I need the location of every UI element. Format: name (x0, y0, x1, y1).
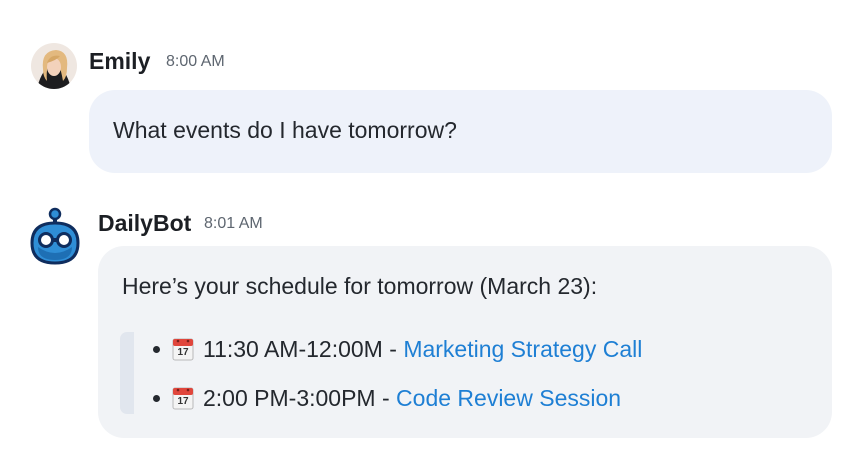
calendar-icon: 17 (172, 337, 194, 361)
user-name[interactable]: Emily (89, 48, 150, 75)
bullet (153, 394, 160, 402)
event-item: 17 2:00 PM-3:00PM - Code Review Session (153, 383, 621, 413)
quote-bar (120, 332, 134, 414)
event-time: 2:00 PM-3:00PM (203, 384, 376, 411)
bullet (153, 345, 160, 353)
schedule-intro-text: Here’s your schedule for tomorrow (March… (122, 273, 598, 299)
event-time: 11:30 AM-12:00M (203, 335, 383, 362)
user-message-bubble: What events do I have tomorrow? (89, 90, 832, 173)
event-link-code-review-session[interactable]: Code Review Session (396, 385, 621, 412)
bot-name[interactable]: DailyBot (98, 210, 191, 237)
event-separator: - (375, 384, 397, 411)
bot-message-bubble: Here’s your schedule for tomorrow (March… (98, 246, 832, 438)
bot-avatar[interactable] (28, 207, 82, 267)
calendar-day: 17 (177, 347, 189, 358)
user-message-text: What events do I have tomorrow? (113, 117, 457, 143)
event-separator: - (382, 335, 404, 362)
event-item: 17 11:30 AM-12:00M - Marketing Strategy … (153, 334, 642, 364)
bot-message-time: 8:01 AM (204, 215, 263, 232)
calendar-icon: 17 (172, 386, 194, 410)
calendar-day: 17 (177, 396, 189, 407)
user-avatar[interactable] (31, 43, 77, 89)
user-avatar-image (31, 43, 77, 89)
user-message-time: 8:00 AM (166, 53, 225, 70)
event-link-marketing-strategy-call[interactable]: Marketing Strategy Call (403, 336, 642, 363)
robot-icon (30, 207, 80, 265)
